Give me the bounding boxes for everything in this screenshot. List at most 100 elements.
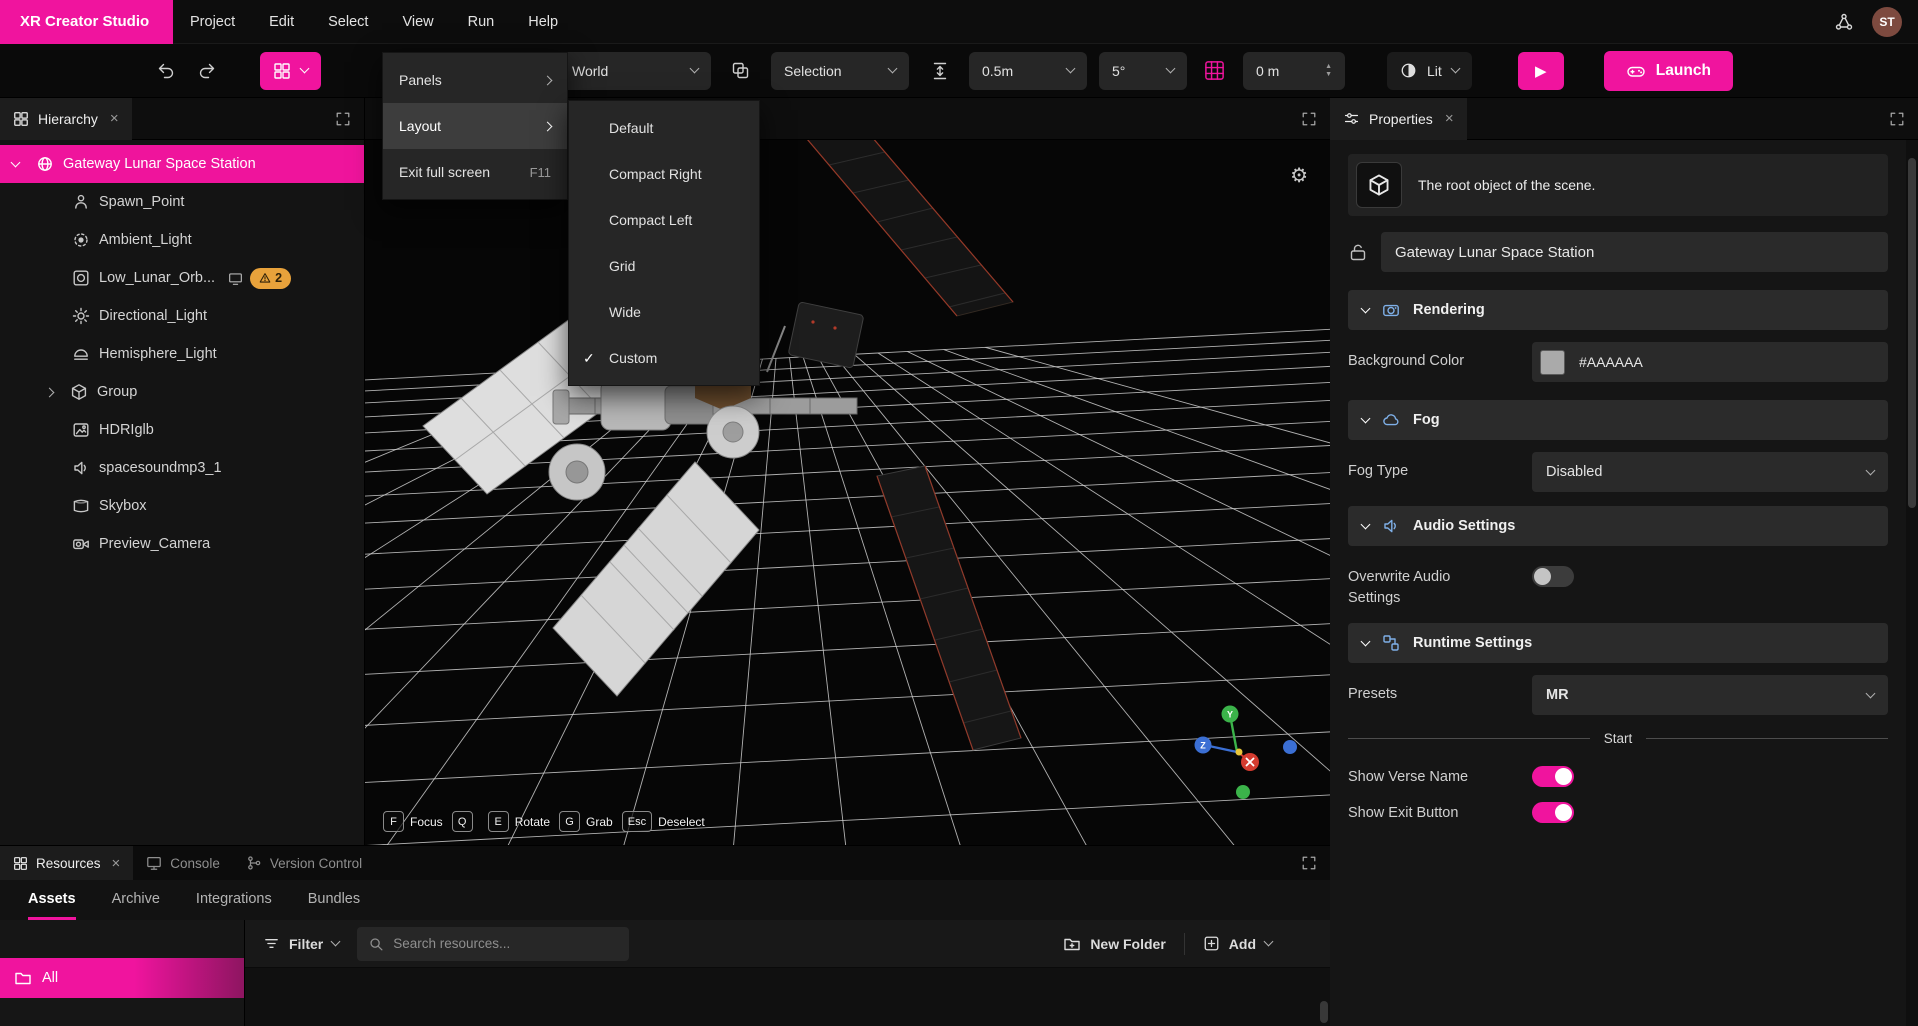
add-button[interactable]: Add xyxy=(1203,935,1272,952)
scrollbar-thumb[interactable] xyxy=(1908,158,1916,508)
tree-item-label: Gateway Lunar Space Station xyxy=(63,156,256,172)
tree-item-label: Hemisphere_Light xyxy=(99,346,217,362)
search-box[interactable] xyxy=(357,927,629,961)
shading-dropdown[interactable]: Lit xyxy=(1387,52,1472,90)
scene-tree: Gateway Lunar Space Station Spawn_Point … xyxy=(0,140,364,563)
close-icon[interactable]: × xyxy=(1445,110,1454,127)
menu-item-exit-fullscreen[interactable]: Exit full screen F11 xyxy=(383,149,567,195)
color-swatch[interactable] xyxy=(1540,350,1565,375)
menu-item-panels[interactable]: Panels xyxy=(383,57,567,103)
tab-resources[interactable]: Resources × xyxy=(0,846,133,880)
world-dropdown[interactable]: World xyxy=(559,52,711,90)
close-icon[interactable]: × xyxy=(112,855,121,872)
chevron-right-icon[interactable] xyxy=(45,387,55,397)
elevation-stepper[interactable]: 0 m ▲▼ xyxy=(1243,52,1345,90)
layout-option-grid[interactable]: Grid xyxy=(569,243,759,289)
tab-properties[interactable]: Properties × xyxy=(1330,98,1467,140)
tree-item[interactable]: spacesoundmp3_1 xyxy=(0,449,364,487)
object-name-field[interactable]: Gateway Lunar Space Station xyxy=(1381,232,1888,272)
tab-hierarchy[interactable]: Hierarchy × xyxy=(0,98,132,140)
layout-option-compact-right[interactable]: Compact Right xyxy=(569,151,759,197)
show-exit-toggle[interactable] xyxy=(1532,802,1574,823)
tree-item[interactable]: Ambient_Light xyxy=(0,221,364,259)
lock-open-icon[interactable] xyxy=(1348,242,1368,262)
layout-option-default[interactable]: Default xyxy=(569,105,759,151)
move-snap-value: 0.5m xyxy=(982,63,1013,79)
menu-view[interactable]: View xyxy=(385,0,450,44)
subtab-bundles[interactable]: Bundles xyxy=(308,891,360,920)
directional-light-icon xyxy=(72,307,99,325)
duplicate-icon[interactable] xyxy=(725,56,755,86)
tree-item[interactable]: Directional_Light xyxy=(0,297,364,335)
tree-item[interactable]: Spawn_Point xyxy=(0,183,364,221)
resources-icon xyxy=(13,856,28,871)
user-avatar[interactable]: ST xyxy=(1872,7,1902,37)
layout-option-wide[interactable]: Wide xyxy=(569,289,759,335)
folder-item-all[interactable]: All xyxy=(0,958,244,998)
scrollbar-thumb[interactable] xyxy=(1320,1001,1328,1023)
stepper-arrows-icon[interactable]: ▲▼ xyxy=(1325,64,1332,77)
presets-dropdown[interactable]: MR xyxy=(1532,675,1888,715)
background-color-field[interactable]: #AAAAAA xyxy=(1532,342,1888,382)
menu-item-layout[interactable]: Layout xyxy=(383,103,567,149)
warning-badge[interactable]: 2 xyxy=(250,268,291,289)
menu-project[interactable]: Project xyxy=(173,0,252,44)
layout-grid-button[interactable] xyxy=(260,52,321,90)
menubar: XR Creator Studio Project Edit Select Vi… xyxy=(0,0,1918,44)
collaborators-icon[interactable] xyxy=(1834,12,1854,32)
scene-view[interactable]: Y Z ⚙ FFocus Q ERotate GGrab EscDeselect xyxy=(365,140,1330,845)
expand-icon[interactable] xyxy=(1301,855,1317,871)
rotate-snap-dropdown[interactable]: 5° xyxy=(1099,52,1187,90)
tree-item[interactable]: Low_Lunar_Orb... 2 xyxy=(0,259,364,297)
section-audio[interactable]: Audio Settings xyxy=(1348,506,1888,546)
expand-icon[interactable] xyxy=(335,111,351,127)
selection-dropdown[interactable]: Selection xyxy=(771,52,909,90)
sliders-icon xyxy=(1343,110,1360,127)
tree-item[interactable]: Preview_Camera xyxy=(0,525,364,563)
menu-edit[interactable]: Edit xyxy=(252,0,311,44)
tab-version-control[interactable]: Version Control xyxy=(233,846,375,880)
chevron-down-icon xyxy=(1361,413,1371,423)
overwrite-audio-toggle[interactable] xyxy=(1532,566,1574,587)
tree-item-root[interactable]: Gateway Lunar Space Station xyxy=(0,145,364,183)
search-input[interactable] xyxy=(393,936,618,951)
play-button[interactable]: ▶ xyxy=(1518,52,1564,90)
expand-icon[interactable] xyxy=(1301,111,1317,127)
tab-console[interactable]: Console xyxy=(133,846,233,880)
skybox-icon xyxy=(72,497,99,515)
grid-snap-icon[interactable] xyxy=(1199,56,1229,86)
layout-option-compact-left[interactable]: Compact Left xyxy=(569,197,759,243)
menu-run[interactable]: Run xyxy=(451,0,512,44)
subtab-archive[interactable]: Archive xyxy=(112,891,160,920)
menu-help[interactable]: Help xyxy=(511,0,575,44)
root-object-description: The root object of the scene. xyxy=(1418,177,1595,193)
expand-icon[interactable] xyxy=(1889,111,1905,127)
section-fog[interactable]: Fog xyxy=(1348,400,1888,440)
fog-type-dropdown[interactable]: Disabled xyxy=(1532,452,1888,492)
redo-button[interactable] xyxy=(192,56,222,86)
tree-item[interactable]: HDRIglb xyxy=(0,411,364,449)
search-icon xyxy=(368,936,384,952)
tree-item[interactable]: Hemisphere_Light xyxy=(0,335,364,373)
viewport-settings-gear-icon[interactable]: ⚙ xyxy=(1290,166,1308,186)
close-icon[interactable]: × xyxy=(110,110,119,127)
menu-select[interactable]: Select xyxy=(311,0,385,44)
section-rendering[interactable]: Rendering xyxy=(1348,290,1888,330)
move-snap-dropdown[interactable]: 0.5m xyxy=(969,52,1087,90)
launch-button[interactable]: Launch xyxy=(1604,51,1733,91)
section-runtime[interactable]: Runtime Settings xyxy=(1348,623,1888,663)
tree-item[interactable]: Skybox xyxy=(0,487,364,525)
layout-option-custom[interactable]: ✓ Custom xyxy=(569,335,759,381)
new-folder-button[interactable]: New Folder xyxy=(1063,935,1165,953)
show-verse-toggle[interactable] xyxy=(1532,766,1574,787)
subtab-integrations[interactable]: Integrations xyxy=(196,891,272,920)
scrollbar[interactable] xyxy=(1906,140,1918,1026)
selection-dropdown-value: Selection xyxy=(784,63,842,79)
vertical-snap-icon[interactable] xyxy=(925,56,955,86)
subtab-assets[interactable]: Assets xyxy=(28,891,76,920)
tree-item-group[interactable]: Group xyxy=(0,373,364,411)
filter-button[interactable]: Filter xyxy=(263,935,339,952)
chevron-down-icon[interactable] xyxy=(11,157,21,167)
new-folder-label: New Folder xyxy=(1090,936,1165,952)
undo-button[interactable] xyxy=(150,56,180,86)
